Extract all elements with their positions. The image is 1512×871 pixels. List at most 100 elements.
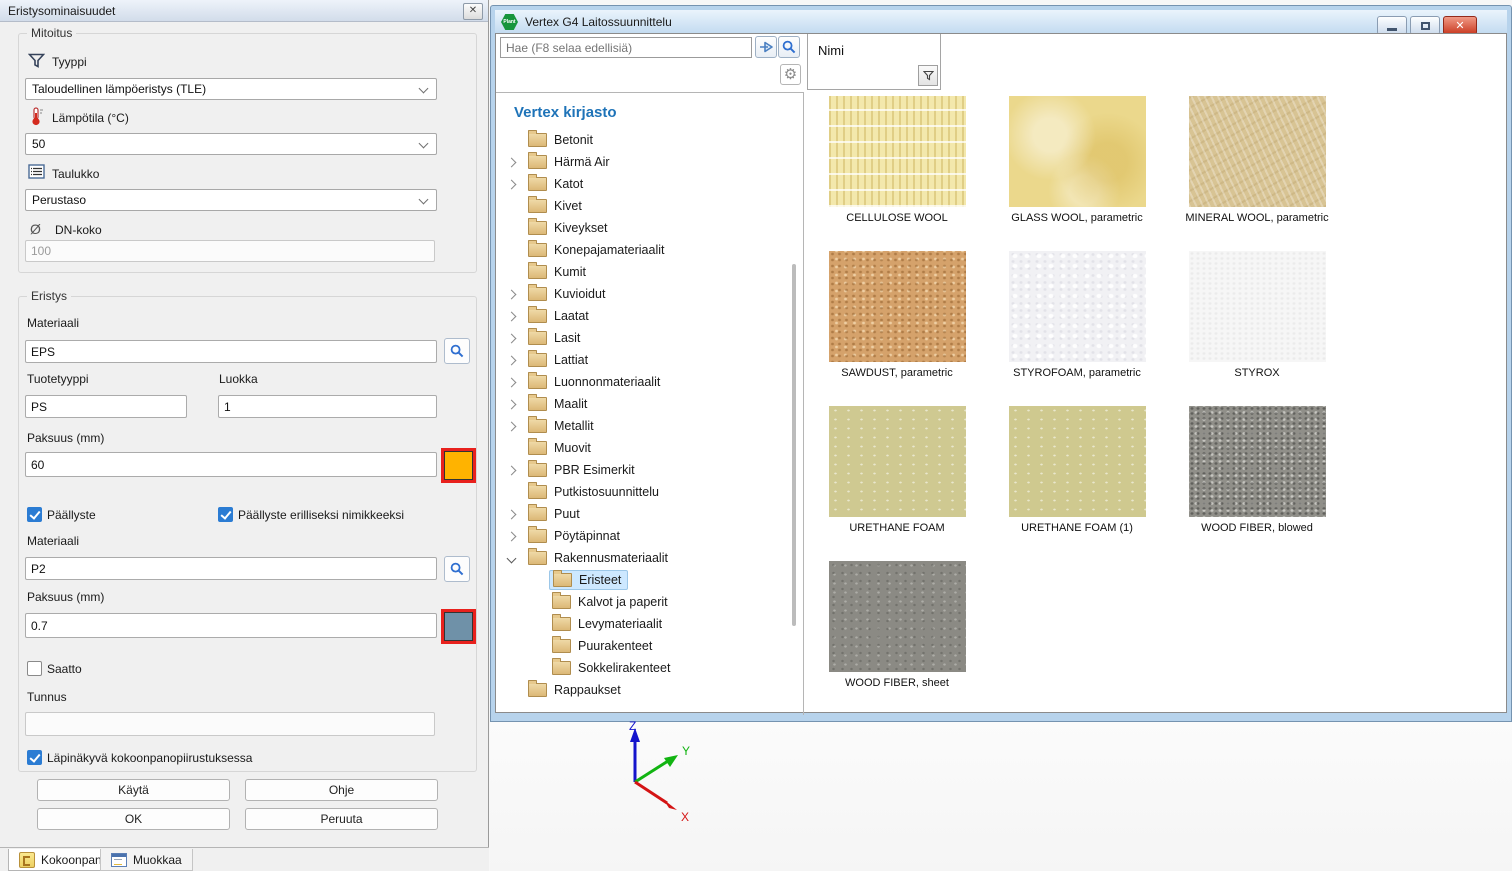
tree-item[interactable]: Metallit bbox=[496, 415, 796, 437]
material-card[interactable]: MINERAL WOOL, parametric bbox=[1167, 96, 1347, 224]
tree-expander[interactable] bbox=[508, 313, 528, 320]
tree-item[interactable]: Maalit bbox=[496, 393, 796, 415]
saatto-checkbox[interactable] bbox=[27, 661, 42, 676]
taulukko-select[interactable]: Perustaso bbox=[25, 189, 437, 211]
chevron-right-icon[interactable] bbox=[507, 157, 517, 167]
paallyste-paksuus-input[interactable] bbox=[25, 613, 437, 638]
chevron-right-icon[interactable] bbox=[507, 355, 517, 365]
gear-icon[interactable]: ⚙ bbox=[780, 64, 801, 85]
tree-expander[interactable] bbox=[508, 379, 528, 386]
peruuta-button[interactable]: Peruuta bbox=[245, 808, 438, 830]
chevron-down-icon[interactable] bbox=[507, 553, 517, 563]
chevron-right-icon[interactable] bbox=[507, 289, 517, 299]
tree-expander[interactable] bbox=[508, 555, 528, 562]
tree-item[interactable]: Puurakenteet bbox=[496, 635, 796, 657]
cad-viewport[interactable]: ZYX bbox=[490, 722, 1512, 871]
tree-expander[interactable] bbox=[508, 423, 528, 430]
materiaali-input[interactable] bbox=[25, 340, 437, 363]
chevron-right-icon[interactable] bbox=[507, 509, 517, 519]
tree-item[interactable]: Konepajamateriaalit bbox=[496, 239, 796, 261]
material-card[interactable]: STYROFOAM, parametric bbox=[987, 251, 1167, 379]
lapinakyva-checkbox[interactable] bbox=[27, 750, 42, 765]
material-thumbnail[interactable] bbox=[829, 96, 966, 207]
tree-item[interactable]: Katot bbox=[496, 173, 796, 195]
material-card[interactable]: URETHANE FOAM bbox=[807, 406, 987, 534]
tree-item[interactable]: Eristeet bbox=[496, 569, 796, 591]
material-card[interactable]: STYROX bbox=[1167, 251, 1347, 379]
insulation-color-swatch[interactable] bbox=[441, 448, 476, 483]
window-titlebar[interactable]: Plant Vertex G4 Laitossuunnittelu ✕ bbox=[495, 10, 1507, 34]
chevron-right-icon[interactable] bbox=[507, 179, 517, 189]
tree-item[interactable]: Muovit bbox=[496, 437, 796, 459]
material-card[interactable]: CELLULOSE WOOL bbox=[807, 96, 987, 224]
ok-button[interactable]: OK bbox=[37, 808, 230, 830]
chevron-right-icon[interactable] bbox=[507, 399, 517, 409]
ohje-button[interactable]: Ohje bbox=[245, 779, 438, 801]
tunnus-input[interactable] bbox=[25, 712, 435, 736]
tab-muokkaa[interactable]: Muokkaa bbox=[100, 849, 193, 871]
dn-koko-input[interactable] bbox=[25, 240, 435, 262]
tree-item[interactable]: Levymateriaalit bbox=[496, 613, 796, 635]
material-card[interactable]: URETHANE FOAM (1) bbox=[987, 406, 1167, 534]
tree-expander[interactable] bbox=[508, 181, 528, 188]
material-thumbnail[interactable] bbox=[1189, 96, 1326, 207]
tree-item[interactable]: Betonit bbox=[496, 129, 796, 151]
tree-item[interactable]: Pöytäpinnat bbox=[496, 525, 796, 547]
material-thumbnail[interactable] bbox=[1009, 251, 1146, 362]
material-card[interactable]: WOOD FIBER, blowed bbox=[1167, 406, 1347, 534]
tree-expander[interactable] bbox=[508, 291, 528, 298]
tree-item[interactable]: Kiveykset bbox=[496, 217, 796, 239]
material-thumbnail[interactable] bbox=[829, 406, 966, 517]
tuotetyyppi-input[interactable] bbox=[25, 395, 187, 418]
tree-item[interactable]: Luonnonmateriaalit bbox=[496, 371, 796, 393]
panel-splitter[interactable] bbox=[803, 92, 804, 715]
paallyste-materiaali-search-button[interactable] bbox=[444, 556, 470, 582]
material-card[interactable]: GLASS WOOL, parametric bbox=[987, 96, 1167, 224]
search-button[interactable] bbox=[778, 36, 800, 58]
chevron-right-icon[interactable] bbox=[507, 311, 517, 321]
material-card[interactable]: SAWDUST, parametric bbox=[807, 251, 987, 379]
tree-expander[interactable] bbox=[508, 533, 528, 540]
close-icon[interactable]: ✕ bbox=[463, 3, 483, 20]
material-thumbnail[interactable] bbox=[829, 561, 966, 672]
tree-item[interactable]: Kumit bbox=[496, 261, 796, 283]
material-thumbnail[interactable] bbox=[829, 251, 966, 362]
tree-item[interactable]: Putkistosuunnittelu bbox=[496, 481, 796, 503]
name-column-header[interactable]: Nimi bbox=[807, 34, 941, 90]
chevron-right-icon[interactable] bbox=[507, 421, 517, 431]
tree-item[interactable]: Rappaukset bbox=[496, 679, 796, 701]
materiaali-search-button[interactable] bbox=[444, 338, 470, 364]
tree-item[interactable]: Sokkelirakenteet bbox=[496, 657, 796, 679]
lampotila-select[interactable]: 50 bbox=[25, 133, 437, 155]
paallyste-erillinen-checkbox[interactable] bbox=[218, 507, 233, 522]
tree-item[interactable]: PBR Esimerkit bbox=[496, 459, 796, 481]
dialog-titlebar[interactable]: Eristysominaisuudet ✕ bbox=[0, 0, 488, 22]
tree-item[interactable]: Härmä Air bbox=[496, 151, 796, 173]
filter-button[interactable] bbox=[918, 65, 938, 86]
tree-item[interactable]: Rakennusmateriaalit bbox=[496, 547, 796, 569]
tree-item[interactable]: Laatat bbox=[496, 305, 796, 327]
search-input[interactable] bbox=[500, 37, 752, 58]
tree-expander[interactable] bbox=[508, 159, 528, 166]
tree-expander[interactable] bbox=[508, 467, 528, 474]
coating-color-swatch[interactable] bbox=[441, 609, 476, 644]
paallyste-checkbox[interactable] bbox=[27, 507, 42, 522]
tree-item[interactable]: Kalvot ja paperit bbox=[496, 591, 796, 613]
material-thumbnail[interactable] bbox=[1009, 96, 1146, 207]
kayta-button[interactable]: Käytä bbox=[37, 779, 230, 801]
material-thumbnail[interactable] bbox=[1009, 406, 1146, 517]
chevron-right-icon[interactable] bbox=[507, 465, 517, 475]
go-button[interactable] bbox=[755, 36, 777, 58]
tyyppi-select[interactable]: Taloudellinen lämpöeristys (TLE) bbox=[25, 78, 437, 100]
paksuus-input[interactable] bbox=[25, 452, 437, 477]
tree-item[interactable]: Kuvioidut bbox=[496, 283, 796, 305]
tree-expander[interactable] bbox=[508, 511, 528, 518]
tree-item[interactable]: Puut bbox=[496, 503, 796, 525]
chevron-right-icon[interactable] bbox=[507, 531, 517, 541]
tree-expander[interactable] bbox=[508, 335, 528, 342]
tree-item[interactable]: Lasit bbox=[496, 327, 796, 349]
material-thumbnail[interactable] bbox=[1189, 251, 1326, 362]
tree-item[interactable]: Lattiat bbox=[496, 349, 796, 371]
tree-expander[interactable] bbox=[508, 401, 528, 408]
tree-scrollbar[interactable] bbox=[792, 264, 796, 626]
